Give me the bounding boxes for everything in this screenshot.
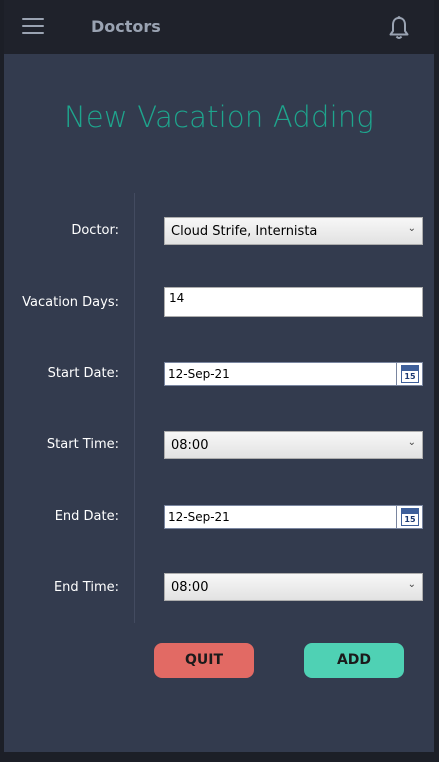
start-date-label: Start Date: [47,366,119,381]
start-time-label: Start Time: [46,437,119,452]
form-divider [134,193,135,623]
end-date-separator [396,506,397,528]
vacation-days-label: Vacation Days: [22,295,119,310]
hamburger-menu-icon[interactable] [22,18,44,36]
doctor-label: Doctor: [71,223,119,238]
top-bar: Doctors [4,0,434,54]
start-date-value: 12-Sep-21 [168,367,230,381]
end-time-select[interactable]: 08:00 ⌄ [164,573,423,601]
calendar-icon[interactable]: 15 [401,365,419,383]
chevron-down-icon: ⌄ [407,223,416,234]
bell-icon[interactable] [386,15,412,41]
start-date-separator [396,363,397,385]
page-section-title: Doctors [91,17,161,36]
quit-button[interactable]: QUIT [154,643,254,678]
vacation-days-value: 14 [169,291,185,305]
app-window: Doctors New Vacation Adding Doctor: Clou… [4,0,434,752]
start-date-picker[interactable]: 12-Sep-21 15 [164,362,423,386]
add-button[interactable]: ADD [304,643,404,678]
end-date-picker[interactable]: 12-Sep-21 15 [164,505,423,529]
page-title: New Vacation Adding [63,100,375,134]
doctor-select[interactable]: Cloud Strife, Internista ⌄ [164,217,423,245]
end-date-label: End Date: [54,509,119,524]
end-date-value: 12-Sep-21 [168,510,230,524]
start-time-select[interactable]: 08:00 ⌄ [164,431,423,459]
chevron-down-icon: ⌄ [407,437,416,448]
start-time-value: 08:00 [171,438,209,453]
chevron-down-icon: ⌄ [407,579,416,590]
end-time-label: End Time: [53,580,119,595]
calendar-icon-day: 15 [404,515,416,524]
doctor-select-value: Cloud Strife, Internista [171,224,318,239]
vacation-days-input[interactable]: 14 [164,287,423,317]
calendar-icon-day: 15 [404,372,416,381]
end-time-value: 08:00 [171,580,209,595]
calendar-icon[interactable]: 15 [401,508,419,526]
